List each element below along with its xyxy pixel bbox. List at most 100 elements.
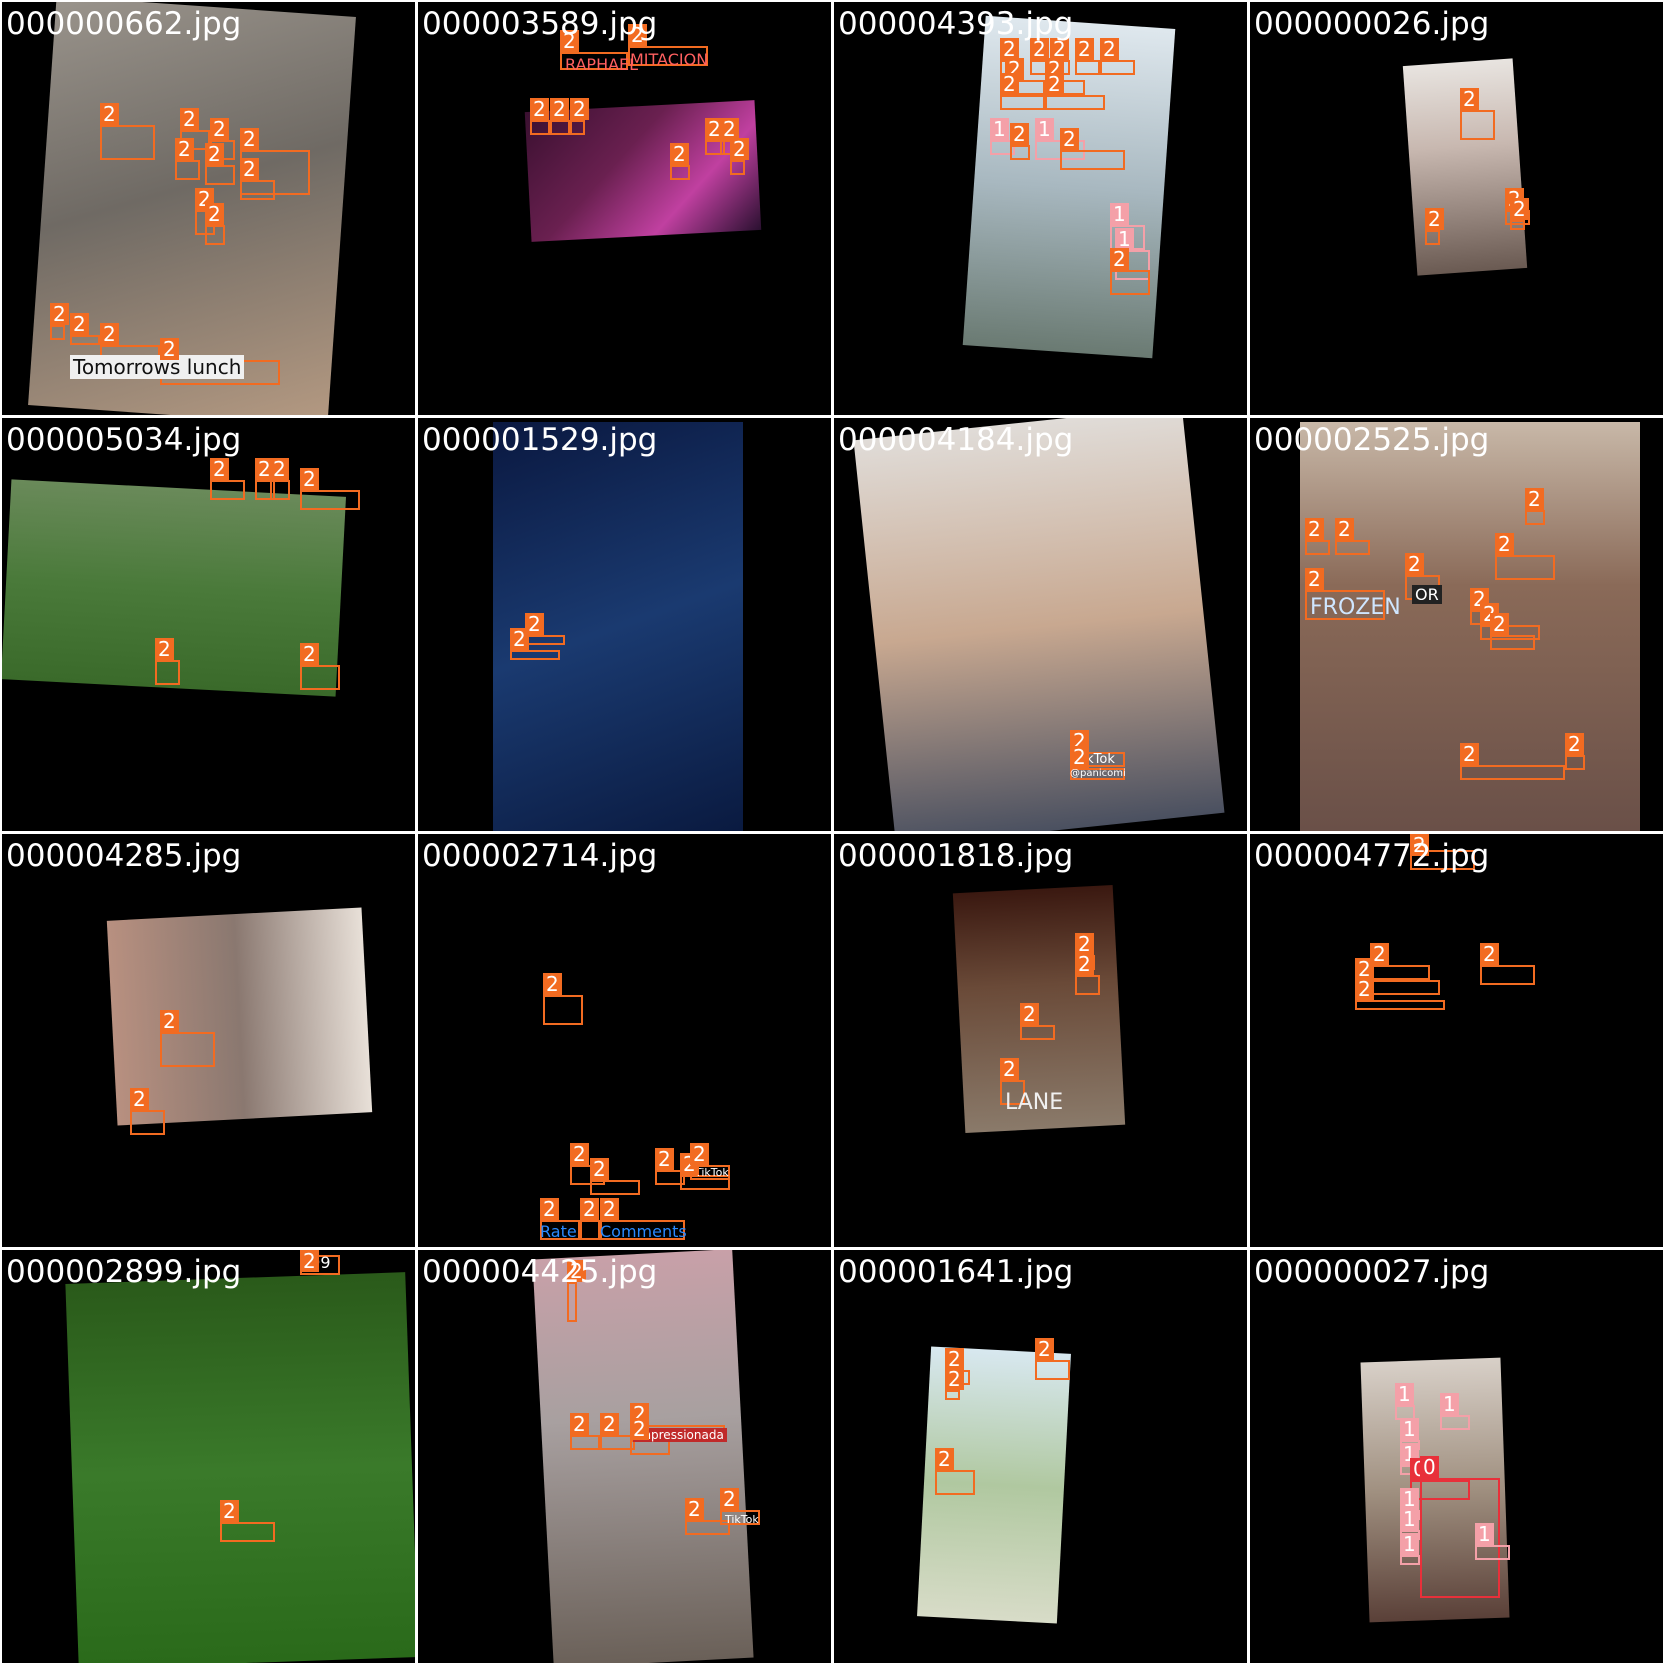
class-label: 2	[935, 1448, 954, 1470]
detection-box	[530, 120, 550, 135]
class-label: 2	[600, 1198, 619, 1220]
image-tile: 000004393.jpg 2 2 2 2 2 2 2 2 2 1 2 1 2 1 1 2	[834, 2, 1247, 415]
detection-box	[1460, 765, 1565, 780]
detection-box	[1035, 1360, 1070, 1380]
detection-box	[1460, 110, 1495, 140]
detection-box	[220, 1522, 275, 1542]
class-label: 2	[1075, 953, 1094, 975]
class-label: 2	[655, 1148, 674, 1170]
detection-box	[1305, 540, 1330, 555]
photo-frame	[532, 1250, 754, 1663]
class-label: 2	[220, 1500, 239, 1522]
scene-text: TikTok	[725, 1513, 759, 1526]
image-tile: 000001641.jpg 2 2 2 2	[834, 1250, 1247, 1663]
class-label: 1	[1400, 1508, 1419, 1530]
class-label: 2	[1045, 73, 1064, 95]
class-label: 2	[175, 138, 194, 160]
tile-filename: 000001529.jpg	[422, 422, 658, 458]
class-label: 2	[300, 1250, 319, 1272]
class-label: 2	[590, 1158, 609, 1180]
class-label: 2	[670, 143, 689, 165]
image-tile: 000002525.jpgFROZENOR22222222222	[1250, 418, 1663, 831]
detection-box	[1370, 965, 1430, 980]
image-tile: 000001818.jpg LANE 2 2 2 2	[834, 834, 1247, 1247]
detection-box	[1490, 635, 1535, 650]
detection-box	[935, 1470, 975, 1495]
detection-box	[1355, 1000, 1445, 1010]
detection-box	[570, 120, 585, 135]
class-label: 2	[1060, 128, 1079, 150]
detection-box	[205, 225, 225, 245]
photo-frame	[65, 1272, 415, 1663]
image-tile: 000004285.jpg 2 2	[2, 834, 415, 1247]
detection-box	[175, 160, 200, 180]
class-label: 2	[160, 1010, 179, 1032]
scene-text: MITACION	[630, 50, 709, 69]
detection-box	[160, 1032, 215, 1067]
scene-text: FROZEN	[1310, 595, 1401, 620]
scene-text: @panicomi	[1070, 768, 1126, 779]
image-tile: 000002899.jpg99922	[2, 1250, 415, 1663]
scene-text: LANE	[1005, 1090, 1064, 1115]
class-label: 2	[270, 458, 289, 480]
class-label: 1	[1035, 118, 1054, 140]
class-label: 2	[180, 108, 199, 130]
detection-box	[1475, 1545, 1510, 1560]
class-label: 2	[1000, 73, 1019, 95]
detection-box	[1480, 965, 1535, 985]
class-label: 1	[1440, 1393, 1459, 1415]
photo-frame	[853, 418, 1225, 831]
detection-box	[1440, 1415, 1470, 1430]
class-label: 2	[630, 1418, 649, 1440]
tile-filename: 000004285.jpg	[6, 838, 242, 874]
class-label: 2	[160, 338, 179, 360]
detection-box	[630, 1440, 670, 1455]
scene-text: Comments	[600, 1222, 687, 1241]
class-label: 2	[550, 98, 569, 120]
class-label: 2	[210, 118, 229, 140]
detection-box	[1100, 60, 1135, 75]
detection-box	[1495, 555, 1555, 580]
tile-filename: 000004184.jpg	[838, 422, 1074, 458]
detection-box	[270, 480, 290, 500]
detection-box	[240, 180, 275, 200]
class-label: 2	[945, 1368, 964, 1390]
class-label: 2	[530, 98, 549, 120]
class-label: 2	[70, 313, 89, 335]
class-label: 2	[1075, 38, 1094, 60]
class-label: 2	[100, 103, 119, 125]
scene-text: Rate	[540, 1222, 577, 1241]
class-label: 0	[1420, 1456, 1439, 1478]
detection-box	[730, 160, 745, 175]
class-label: 2	[570, 1413, 589, 1435]
detection-box	[300, 665, 340, 690]
class-label: 2	[300, 468, 319, 490]
detection-box	[1010, 145, 1030, 160]
tile-filename: 000002525.jpg	[1254, 422, 1490, 458]
class-label: 2	[1335, 518, 1354, 540]
tile-filename: 000000662.jpg	[6, 6, 242, 42]
class-label: 2	[1305, 568, 1324, 590]
scene-text: OR	[1412, 585, 1442, 604]
detection-box	[300, 490, 360, 510]
detection-box	[525, 635, 565, 645]
detection-box	[543, 995, 583, 1025]
detection-box	[100, 125, 155, 160]
scene-text: Tomorrows lunch	[70, 355, 245, 379]
class-label: 2	[543, 973, 562, 995]
class-label: 2	[1405, 553, 1424, 575]
tile-filename: 000000026.jpg	[1254, 6, 1490, 42]
class-label: 2	[1425, 208, 1444, 230]
detection-box	[570, 1435, 600, 1450]
detection-box	[50, 325, 65, 340]
detection-box	[1510, 220, 1525, 230]
class-label: 2	[1510, 198, 1529, 220]
detection-box	[1075, 60, 1100, 75]
class-label: 2	[730, 138, 749, 160]
image-tile: 000001529.jpg 2 2	[418, 418, 831, 831]
class-label: 2	[1100, 38, 1119, 60]
detection-box	[1000, 95, 1045, 110]
image-tile: 000000026.jpg2222	[1250, 2, 1663, 415]
class-label: 2	[690, 1143, 709, 1165]
class-label: 1	[1395, 1383, 1414, 1405]
